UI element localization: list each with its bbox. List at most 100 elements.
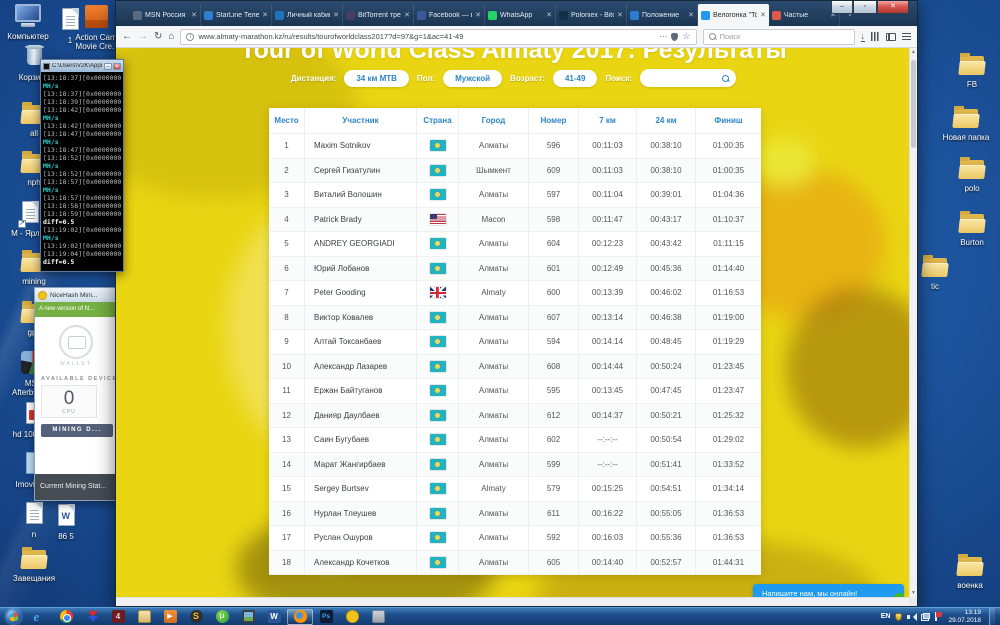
clock[interactable]: 13:19 29.07.2018 [948,609,981,624]
desktop-icon-folder[interactable]: Завещания [10,546,58,583]
scroll-up-icon[interactable]: ▲ [910,49,917,55]
library-icon[interactable] [871,32,880,41]
download-arrows-icon [86,610,99,623]
vertical-scrollbar[interactable]: ▲ ▼ [909,48,917,597]
downloads-icon[interactable]: ↓ [861,32,866,42]
tab-close-icon[interactable]: ✕ [617,11,623,19]
bib-cell: 592 [529,526,579,551]
nicehash-update-banner[interactable]: A new version of N... [35,302,117,317]
url-bar[interactable]: i www.almaty-marathon.kz/ru/results/tour… [180,29,696,45]
tab-close-icon[interactable]: ✕ [191,11,197,19]
place-cell: 6 [269,257,305,282]
browser-tab-9[interactable]: Велогонка "To...✕ [698,4,769,26]
city-cell: Алматы [459,526,529,551]
filter-distance-value[interactable]: 34 км MTB [344,70,409,87]
taskbar-ie-button[interactable]: e [27,609,53,625]
minimize-button[interactable]: – [831,1,853,14]
mining-button[interactable]: MINING D... [41,424,113,437]
desktop-icon-computer[interactable]: Компьютер [4,4,52,41]
flag-kz-icon [430,361,446,372]
uac-shield-icon[interactable] [895,613,902,621]
browser-tab-5[interactable]: Facebook — в...✕ [414,4,485,26]
scrollbar-thumb[interactable] [911,60,916,148]
city-cell: Алматы [459,330,529,355]
taskbar-media-player-button[interactable]: ▶ [157,609,183,625]
menu-icon[interactable] [902,33,911,40]
scroll-down-icon[interactable]: ▼ [910,590,917,596]
bookmark-star-icon[interactable]: ☆ [682,32,690,41]
sidebar-icon[interactable] [886,33,896,41]
tab-close-icon[interactable]: ✕ [404,11,410,19]
taskbar-downloader-button[interactable] [79,609,105,625]
network-icon[interactable] [921,613,930,621]
console-close-button[interactable]: ✕ [113,63,121,70]
page-actions-icon[interactable]: ⋯ [659,33,667,41]
column-header: Город [459,108,529,134]
desktop-icon-folder[interactable]: Новая папка [942,105,990,142]
finish-cell: 01:04:36 [696,183,761,208]
back-icon[interactable]: ← [122,32,132,42]
country-cell [417,281,459,306]
tab-close-icon[interactable]: ✕ [688,11,694,19]
action-center-flag-icon[interactable] [935,612,943,621]
site-info-icon[interactable]: i [186,33,194,41]
taskbar-gray-app-button[interactable] [365,609,391,625]
desktop-icon-folder[interactable]: военка [946,553,994,590]
home-icon[interactable]: ⌂ [168,32,174,42]
tab-close-icon[interactable]: ✕ [475,11,481,19]
taskbar-utorrent-button[interactable]: µ [209,609,235,625]
taskbar-chrome-button[interactable] [53,609,79,625]
pocket-icon[interactable] [671,33,678,41]
taskbar-firefox-button[interactable] [287,609,313,625]
nicehash-titlebar[interactable]: NiceHash Mini... [35,288,117,302]
bib-cell: 609 [529,159,579,184]
taskbar-explorer-button[interactable] [131,609,157,625]
maximize-button[interactable]: ▫ [853,1,877,14]
forward-icon[interactable]: → [138,32,148,42]
browser-tab-8[interactable]: Положение✕ [627,4,698,26]
desktop-icon-folder[interactable]: FB [948,52,996,89]
browser-tab-2[interactable]: StarLine Телем...✕ [201,4,272,26]
tab-close-icon[interactable]: ✕ [546,11,552,19]
taskbar-photoshop-button[interactable]: Ps [313,609,339,625]
desktop-icon-folder[interactable]: tic [911,254,959,291]
cpu-device-card[interactable]: 0 CPU [41,385,97,418]
browser-tab-3[interactable]: Личный кабин...✕ [272,4,343,26]
desktop-icon-folder[interactable]: polo [948,156,996,193]
console-minimize-button[interactable]: – [104,63,112,70]
place-cell: 9 [269,330,305,355]
filter-age-value[interactable]: 41-49 [553,70,597,87]
tab-close-icon[interactable]: ✕ [333,11,339,19]
taskbar-red-app-button[interactable]: 4 [105,609,131,625]
desktop-icon-folder[interactable]: Burton [948,210,996,247]
console-line: MH/s [43,162,123,170]
console-titlebar[interactable]: C:\Users\V2K\AppData... – ✕ [41,60,123,72]
taskbar-word-button[interactable]: W [261,609,287,625]
browser-tab-7[interactable]: Poloniex - Bitc...✕ [556,4,627,26]
taskbar-s-app-button[interactable]: S [183,609,209,625]
reload-icon[interactable]: ↻ [154,32,162,42]
desktop-icon-worddoc[interactable]: 86 5 [42,502,90,541]
page-search-input[interactable] [640,69,736,87]
taskbar-photo-viewer-button[interactable] [235,609,261,625]
browser-tab-10[interactable]: Частые✕ [769,4,840,26]
place-cell: 4 [269,208,305,233]
km24-cell: 00:38:10 [637,159,696,184]
tab-close-icon[interactable]: ✕ [262,11,268,19]
show-desktop-button[interactable] [989,608,995,625]
name-cell: Peter Gooding [305,281,417,306]
close-button[interactable]: ✕ [877,1,909,14]
start-button[interactable] [6,609,21,624]
filter-gender-value[interactable]: Мужской [443,70,502,87]
language-indicator[interactable]: EN [881,613,891,620]
tab-close-icon[interactable]: ✕ [760,11,766,19]
browser-tab-6[interactable]: WhatsApp✕ [485,4,556,26]
search-bar[interactable]: Поиск [703,29,855,45]
taskbar-nicehash-button[interactable] [339,609,365,625]
desktop-icon-actioncam[interactable]: Action Cam Movie Cre.. [72,3,120,51]
browser-tab-1[interactable]: MSN Россия | ...✕ [130,4,201,26]
km7-cell: 00:14:14 [579,330,637,355]
volume-icon[interactable] [907,613,916,621]
horizontal-scrollbar[interactable] [116,597,909,606]
browser-tab-4[interactable]: BitTorrent тре...✕ [343,4,414,26]
